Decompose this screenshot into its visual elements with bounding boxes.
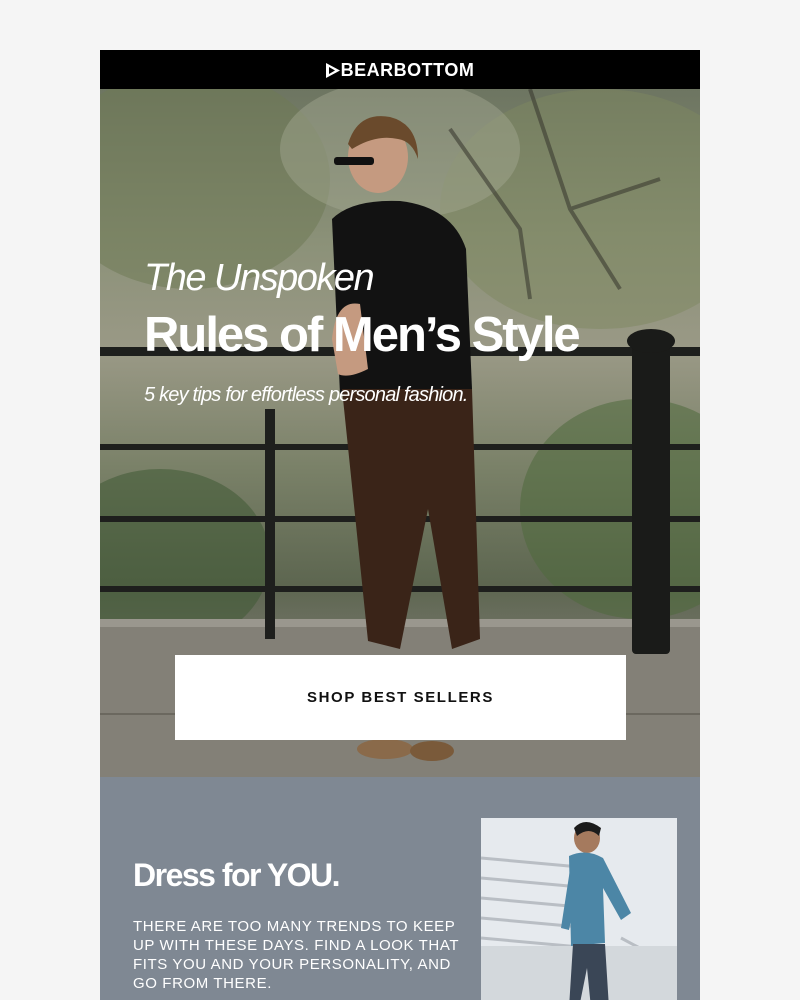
stairs-photo-art bbox=[481, 818, 677, 1000]
hero-banner[interactable]: The Unspoken Rules of Men’s Style 5 key … bbox=[100, 89, 700, 777]
brand-logo[interactable]: BEARBOTTOM bbox=[325, 59, 475, 80]
brand-header: BEARBOTTOM bbox=[100, 50, 700, 89]
section-title: Dress for YOU. bbox=[133, 857, 341, 893]
email-container: BEARBOTTOM The Unspoken Rules of Men’s S… bbox=[100, 50, 700, 1000]
bear-logo-icon bbox=[325, 62, 340, 78]
shop-best-sellers-button[interactable]: SHOP BEST SELLERS bbox=[175, 655, 626, 740]
brand-wordmark: BEARBOTTOM bbox=[340, 59, 475, 80]
hero-kicker: The Unspoken bbox=[144, 257, 375, 299]
hero-headline: The Unspoken Rules of Men’s Style 5 key … bbox=[144, 257, 581, 407]
hero-title: Rules of Men’s Style bbox=[144, 308, 581, 362]
man-walking-up-stairs-photo[interactable] bbox=[481, 818, 677, 1000]
section-body: There are too many trends to keep up wit… bbox=[133, 918, 459, 992]
dress-for-you-section: Dress for YOU. There are too many trends… bbox=[100, 777, 700, 1000]
hero-subtitle: 5 key tips for effortless personal fashi… bbox=[144, 384, 468, 406]
